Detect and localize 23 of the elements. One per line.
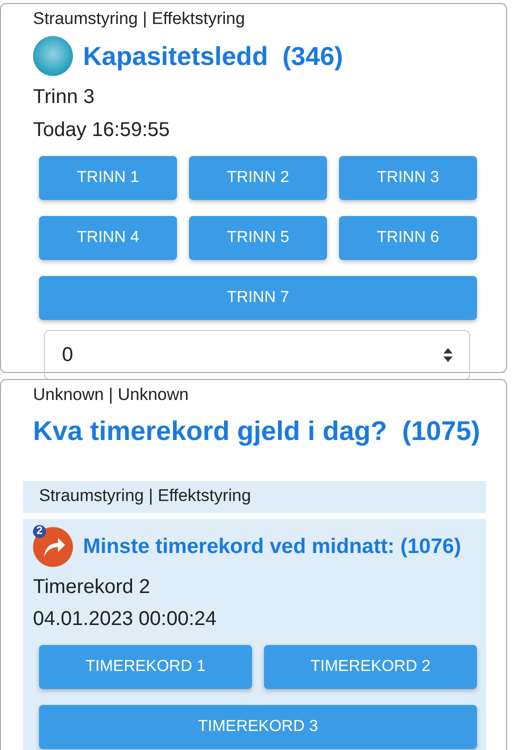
timestamp-text: Today 16:59:55 bbox=[33, 118, 171, 142]
category-label: Straumstyring | Effektstyring bbox=[33, 8, 246, 30]
step-button[interactable]: TRINN 7 bbox=[39, 276, 477, 320]
group-category-bar: Straumstyring | Effektstyring bbox=[23, 481, 486, 513]
device-title: Kapasitetsledd (346) bbox=[83, 40, 344, 72]
up-down-caret-icon bbox=[443, 347, 453, 363]
timestamp-text: 04.01.2023 00:00:24 bbox=[33, 607, 218, 631]
record-button[interactable]: TIMEREKORD 2 bbox=[264, 645, 477, 689]
step-button[interactable]: TRINN 4 bbox=[39, 216, 177, 260]
step-button[interactable]: TRINN 2 bbox=[189, 156, 327, 200]
step-button[interactable]: TRINN 1 bbox=[39, 156, 177, 200]
state-text: Timerekord 2 bbox=[33, 575, 152, 599]
scene-title: Kva timerekord gjeld i dag? (1075) bbox=[33, 416, 482, 447]
count-badge: 2 bbox=[33, 525, 46, 538]
state-text: Trinn 3 bbox=[33, 85, 96, 109]
record-button[interactable]: TIMEREKORD 3 bbox=[39, 705, 477, 749]
record-button[interactable]: TIMEREKORD 1 bbox=[39, 645, 252, 689]
step-button[interactable]: TRINN 6 bbox=[339, 216, 477, 260]
category-label: Unknown | Unknown bbox=[33, 384, 190, 406]
status-orb-icon bbox=[33, 36, 73, 76]
item-title: Minste timerekord ved midnatt: (1076) bbox=[83, 535, 462, 559]
step-button[interactable]: TRINN 5 bbox=[189, 216, 327, 260]
step-button[interactable]: TRINN 3 bbox=[339, 156, 477, 200]
